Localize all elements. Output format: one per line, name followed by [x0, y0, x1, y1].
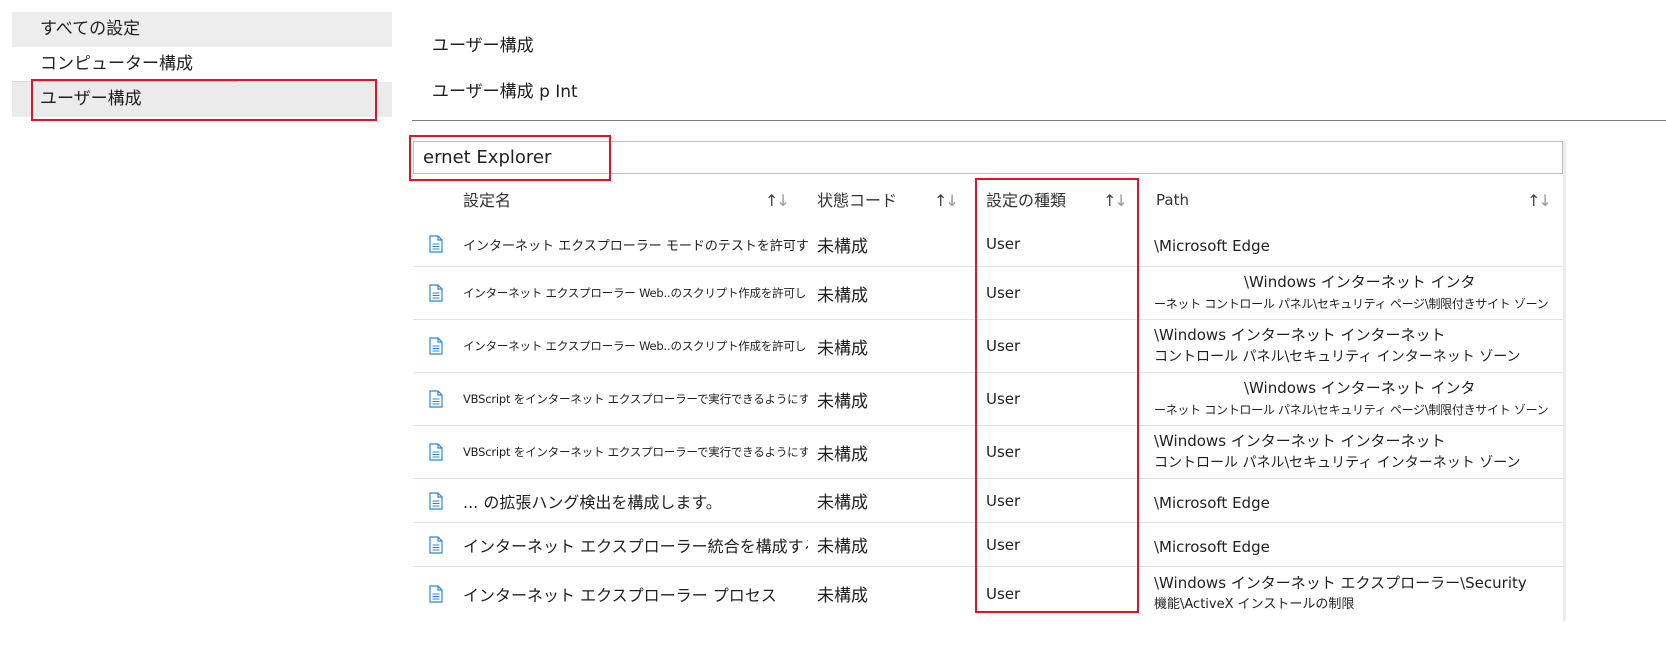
nav-item-label: ユーザー構成: [40, 89, 142, 109]
scope-title: ユーザー構成: [432, 36, 534, 56]
table-row[interactable]: インターネット エクスプローラー モードのテストを許可する 未構成 User \…: [413, 222, 1563, 267]
sort-up-icon: ↑: [1527, 191, 1540, 210]
setting-type: User: [986, 337, 1021, 355]
column-header-path[interactable]: Path: [1156, 179, 1189, 222]
setting-state: 未構成: [817, 285, 868, 306]
setting-state: 未構成: [817, 444, 868, 465]
document-icon: [429, 337, 443, 355]
table-header: 設定名 ↑↓ 状態コード ↑↓ 設定の種類 ↑↓ Path ↑↓: [413, 179, 1563, 222]
sort-name-icon[interactable]: ↑↓: [765, 179, 790, 222]
nav-item-label: コンピューター構成: [40, 54, 193, 74]
document-icon: [429, 443, 443, 461]
setting-name: インターネット エクスプローラー Web..のスクリプト作成を許可します。: [463, 339, 808, 353]
setting-path-line: ーネット コントロール パネル\セキュリティ ページ\制限付きサイト ゾーン: [1154, 297, 1549, 311]
sort-up-icon: ↑: [1103, 191, 1116, 210]
setting-path: \Windows インターネット インタ ーネット コントロール パネル\セキュ…: [1154, 373, 1559, 425]
document-icon: [429, 235, 443, 253]
setting-path: \Windows インターネット インタ ーネット コントロール パネル\セキュ…: [1154, 267, 1559, 319]
sort-up-icon: ↑: [765, 191, 778, 210]
table-row[interactable]: インターネット エクスプローラー Web..のスクリプト作成を許可します。 未構…: [413, 267, 1563, 320]
nav-item-computer-config[interactable]: コンピューター構成: [12, 47, 392, 82]
table-row[interactable]: インターネット エクスプローラー Web..のスクリプト作成を許可します。 未構…: [413, 320, 1563, 373]
sort-down-icon: ↓: [776, 191, 789, 210]
setting-path-line: コントロール パネル\セキュリティ インターネット ゾーン: [1154, 455, 1521, 471]
setting-path: \Microsoft Edge: [1154, 226, 1559, 266]
document-icon: [429, 584, 443, 603]
nav-item-user-config[interactable]: ユーザー構成: [12, 82, 392, 117]
setting-state: 未構成: [817, 236, 868, 257]
document-icon: [429, 390, 443, 408]
setting-type: User: [986, 491, 1021, 510]
setting-name: インターネット エクスプローラー Web..のスクリプト作成を許可します。: [463, 286, 808, 300]
setting-name: VBScript をインターネット エクスプローラーで実行できるようにする: [463, 392, 808, 406]
setting-state: 未構成: [817, 586, 868, 606]
setting-name: インターネット エクスプローラー統合を構成する: [463, 536, 808, 556]
sort-type-icon[interactable]: ↑↓: [1103, 179, 1128, 222]
setting-path-line: 機能\ActiveX インストールの制限: [1154, 596, 1355, 612]
setting-state: 未構成: [817, 537, 868, 557]
setting-path-line: \Windows インターネット インターネット: [1154, 432, 1446, 450]
setting-name: インターネット エクスプローラー モードのテストを許可する: [463, 238, 808, 254]
column-header-type[interactable]: 設定の種類: [986, 179, 1066, 222]
settings-table: 設定名 ↑↓ 状態コード ↑↓ 設定の種類 ↑↓ Path ↑↓ インターネット…: [413, 179, 1563, 620]
sort-down-icon: ↓: [1538, 191, 1551, 210]
table-row[interactable]: インターネット エクスプローラー統合を構成する 未構成 User \Micros…: [413, 523, 1563, 567]
setting-path-line: \Microsoft Edge: [1154, 537, 1270, 556]
setting-name: ... の拡張ハング検出を構成します。: [463, 492, 722, 512]
setting-path: \Microsoft Edge: [1154, 483, 1559, 522]
document-icon: [429, 284, 443, 302]
sort-up-icon: ↑: [934, 191, 947, 210]
setting-path-line: \Windows インターネット インタ: [1244, 379, 1476, 397]
setting-type: User: [986, 390, 1021, 408]
setting-type: User: [986, 235, 1021, 253]
sort-down-icon: ↓: [1114, 191, 1127, 210]
setting-path: \Windows インターネット エクスプローラー\Security 機能\Ac…: [1154, 567, 1559, 620]
sort-state-icon[interactable]: ↑↓: [934, 179, 959, 222]
setting-path-line: \Windows インターネット インタ: [1244, 273, 1476, 291]
nav-item-all-settings[interactable]: すべての設定: [12, 12, 392, 47]
setting-path-line: \Windows インターネット エクスプローラー\Security: [1154, 573, 1527, 592]
setting-path-line: \Microsoft Edge: [1154, 493, 1270, 512]
setting-path-line: \Windows インターネット インターネット: [1154, 326, 1446, 344]
table-row[interactable]: VBScript をインターネット エクスプローラーで実行できるようにする 未構…: [413, 426, 1563, 479]
setting-type: User: [986, 584, 1021, 603]
column-header-state[interactable]: 状態コード: [817, 179, 897, 222]
table-row[interactable]: VBScript をインターネット エクスプローラーで実行できるようにする 未構…: [413, 373, 1563, 426]
setting-path: \Windows インターネット インターネット コントロール パネル\セキュリ…: [1154, 426, 1559, 478]
document-icon: [429, 535, 443, 554]
setting-path-line: ーネット コントロール パネル\セキュリティ ページ\制限付きサイト ゾーン: [1154, 403, 1549, 417]
document-icon: [429, 491, 443, 510]
table-row[interactable]: インターネット エクスプローラー プロセス 未構成 User \Windows …: [413, 567, 1563, 620]
sort-path-icon[interactable]: ↑↓: [1527, 179, 1552, 222]
table-row[interactable]: ... の拡張ハング検出を構成します。 未構成 User \Microsoft …: [413, 479, 1563, 523]
sort-down-icon: ↓: [945, 191, 958, 210]
scope-path: ユーザー構成 p Int: [432, 82, 578, 102]
search-input[interactable]: ernet Explorer: [413, 141, 1563, 174]
setting-state: 未構成: [817, 391, 868, 412]
settings-catalog-window: すべての設定 コンピューター構成 ユーザー構成 ユーザー構成 ユーザー構成 p …: [0, 0, 1666, 658]
setting-name: VBScript をインターネット エクスプローラーで実行できるようにする: [463, 445, 808, 459]
setting-type: User: [986, 535, 1021, 554]
setting-state: 未構成: [817, 493, 868, 513]
setting-state: 未構成: [817, 338, 868, 359]
header-divider: [412, 120, 1666, 121]
setting-name: インターネット エクスプローラー プロセス: [463, 585, 777, 605]
setting-path-line: \Microsoft Edge: [1154, 237, 1270, 255]
nav-item-label: すべての設定: [40, 19, 141, 39]
setting-path: \Windows インターネット インターネット コントロール パネル\セキュリ…: [1154, 320, 1559, 372]
vertical-scrollbar[interactable]: [1563, 141, 1566, 621]
setting-type: User: [986, 284, 1021, 302]
column-header-name[interactable]: 設定名: [463, 179, 511, 222]
setting-path-line: コントロール パネル\セキュリティ インターネット ゾーン: [1154, 349, 1521, 365]
settings-scope-nav: すべての設定 コンピューター構成 ユーザー構成: [12, 12, 392, 117]
setting-type: User: [986, 443, 1021, 461]
setting-path: \Microsoft Edge: [1154, 527, 1559, 566]
